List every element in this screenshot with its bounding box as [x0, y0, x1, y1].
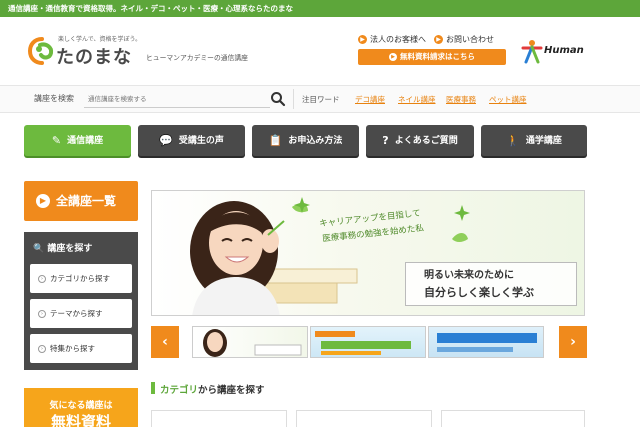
corporate-link[interactable]: ▶ 法人のお客様へ: [358, 34, 426, 45]
promo-line-2: 無料資料: [50, 413, 111, 427]
keyword-link[interactable]: ペット講座: [489, 94, 527, 105]
chevron-right-icon: ›: [570, 334, 576, 350]
tanomana-logo-icon[interactable]: [26, 35, 58, 67]
course-finder-title: 🔍 講座を探す: [33, 241, 92, 254]
all-courses-label: 全講座一覧: [56, 194, 117, 208]
find-by-feature-label: 特集から探す: [50, 344, 95, 353]
divider: [293, 89, 294, 109]
find-by-category[interactable]: › カテゴリから探す: [30, 264, 132, 293]
carousel-thumbnail[interactable]: [428, 326, 544, 358]
nav-classroom[interactable]: 🚶 通学講座: [481, 125, 587, 156]
search-label: 講座を検索: [34, 94, 74, 103]
walking-person-icon: 🚶: [506, 134, 520, 147]
free-brochure-button[interactable]: ▶ 無料資料請求はこちら: [358, 49, 506, 65]
nav-application-label: お申込み方法: [288, 136, 343, 146]
thumbnail-image: [315, 331, 411, 355]
arrow-right-icon: ▶: [36, 194, 50, 208]
find-by-category-label: カテゴリから探す: [50, 274, 110, 283]
keyword-label: 注目ワード: [302, 95, 340, 104]
speech-bubble-icon: 💬: [159, 134, 173, 147]
keyword-link[interactable]: ネイル講座: [398, 94, 436, 105]
chevron-right-icon: ›: [38, 275, 46, 283]
all-courses-button[interactable]: ▶ 全講座一覧: [24, 181, 138, 221]
contact-link-label: お問い合わせ: [446, 35, 494, 44]
brand-name[interactable]: たのまな: [56, 43, 132, 69]
arrow-right-icon: ▶: [434, 35, 443, 44]
human-logo-icon[interactable]: [520, 38, 544, 64]
top-banner-text: 通信講座・通信教育で資格取得。ネイル・デコ・ペット・医療・心理系ならたのまな: [8, 4, 293, 13]
hero-catch-line-1: 明るい未来のために: [424, 270, 514, 281]
thumbnail-image: [203, 329, 302, 357]
carousel-next-button[interactable]: ›: [559, 326, 587, 358]
promo-line-1: 気になる講座は: [49, 401, 113, 411]
find-by-theme[interactable]: › テーマから探す: [30, 299, 132, 328]
brand-subtitle: ヒューマンアカデミーの通信講座: [146, 54, 248, 62]
arrow-right-icon: ▶: [358, 35, 367, 44]
category-card[interactable]: [296, 410, 432, 427]
arrow-right-icon: ▶: [389, 53, 397, 61]
question-mark-icon: ?: [382, 134, 389, 147]
course-finder-title-text: 講座を探す: [47, 244, 93, 254]
carousel-thumbnail[interactable]: [310, 326, 426, 358]
carousel-thumbnail[interactable]: [192, 326, 308, 358]
nav-faq[interactable]: ? よくあるご質問: [366, 125, 474, 156]
chevron-right-icon: ›: [38, 310, 46, 318]
nav-courses-label: 通信講座: [67, 136, 104, 146]
corporate-link-label: 法人のお客様へ: [370, 35, 426, 44]
find-by-feature[interactable]: › 特集から探す: [30, 334, 132, 363]
nav-courses[interactable]: ✎ 通信講座: [24, 125, 131, 156]
keyword-link[interactable]: 医療事務: [446, 94, 476, 105]
section-heading-highlight: カテゴリ: [160, 385, 199, 396]
section-heading-text: から講座を探す: [198, 385, 265, 396]
category-card[interactable]: [151, 410, 287, 427]
pencil-icon: ✎: [51, 134, 62, 147]
search-icon: 🔍: [33, 244, 45, 254]
search-input[interactable]: [84, 90, 270, 108]
chevron-right-icon: ›: [38, 345, 46, 353]
keyword-link[interactable]: デコ講座: [355, 94, 385, 105]
thumbnail-image: [437, 333, 537, 352]
chevron-left-icon: ‹: [162, 334, 168, 350]
nav-faq-label: よくあるご質問: [394, 136, 458, 146]
human-logo-text: Human: [544, 45, 584, 56]
nav-classroom-label: 通学講座: [525, 136, 562, 146]
hero-catch-line-2: 自分らしく楽しく学ぶ: [424, 286, 534, 299]
find-by-theme-label: テーマから探す: [50, 309, 103, 318]
carousel-prev-button[interactable]: ‹: [151, 326, 179, 358]
top-banner: 通信講座・通信教育で資格取得。ネイル・デコ・ペット・医療・心理系ならたのまな: [0, 0, 640, 17]
free-brochure-label: 無料資料請求はこちら: [400, 52, 475, 61]
section-heading: カテゴリから講座を探す: [160, 382, 265, 396]
nav-application[interactable]: 📋 お申込み方法: [252, 125, 359, 156]
nav-testimonials-label: 受講生の声: [178, 136, 224, 146]
brand-tagline: 楽しく学んで、資格を学ぼう。: [58, 36, 142, 43]
search-icon[interactable]: [270, 91, 286, 107]
category-card[interactable]: [441, 410, 585, 427]
contact-link[interactable]: ▶ お問い合わせ: [434, 34, 494, 45]
nav-testimonials[interactable]: 💬 受講生の声: [138, 125, 245, 156]
clipboard-icon: 📋: [268, 134, 283, 147]
section-heading-marker: [151, 382, 155, 394]
